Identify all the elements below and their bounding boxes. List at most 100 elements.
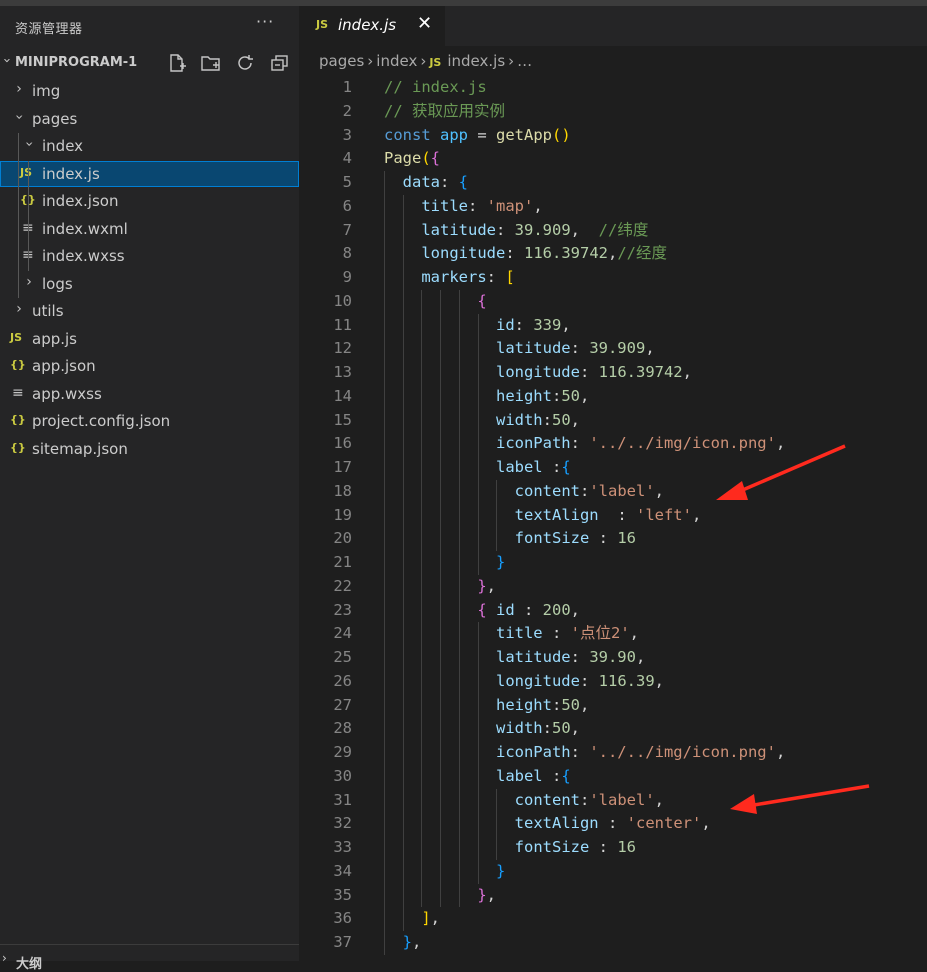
project-header[interactable]: › MINIPROGRAM-1 xyxy=(0,52,299,74)
tree-item-label: index xyxy=(42,137,84,155)
tree-file-index-json[interactable]: {}index.json xyxy=(0,188,299,214)
code-token: '../../img/icon.png' xyxy=(589,743,776,761)
code-line[interactable]: 17 label :{ xyxy=(299,456,927,480)
code-line[interactable]: 21 } xyxy=(299,551,927,575)
line-number: 7 xyxy=(342,220,352,239)
code-line[interactable]: 15 width:50, xyxy=(299,409,927,433)
code-line[interactable]: 30 label :{ xyxy=(299,765,927,789)
code-token: width xyxy=(495,719,543,738)
code-line[interactable]: 20 fontSize : 16 xyxy=(299,527,927,551)
code-line[interactable]: 19 textAlign : 'left', xyxy=(299,504,927,528)
breadcrumb-item-symbol[interactable]: … xyxy=(517,52,532,70)
refresh-icon[interactable] xyxy=(234,52,256,74)
code-line[interactable]: 29 iconPath: '../../img/icon.png', xyxy=(299,741,927,765)
code-token: title xyxy=(495,624,543,643)
code-line[interactable]: 26 longitude: 116.39, xyxy=(299,670,927,694)
code-line[interactable]: 7 latitude: 39.909, //纬度 xyxy=(299,219,927,243)
code-line[interactable]: 8 longitude: 116.39742,//经度 xyxy=(299,242,927,266)
tree-folder-img[interactable]: › img xyxy=(0,78,299,104)
chevron-down-icon[interactable]: › xyxy=(11,110,27,124)
code-token: , xyxy=(608,244,618,263)
code-line[interactable]: 33 fontSize : 16 xyxy=(299,836,927,860)
line-number: 1 xyxy=(342,78,352,96)
chevron-down-icon[interactable]: › xyxy=(21,137,37,151)
text-file-icon: ≡ xyxy=(12,384,24,401)
code-line[interactable]: 36 ], xyxy=(299,907,927,931)
code-line[interactable]: 1 // index.js xyxy=(299,76,927,100)
code-text: width:50, xyxy=(384,717,580,741)
chevron-right-icon[interactable]: › xyxy=(12,301,26,317)
new-folder-icon[interactable] xyxy=(200,52,222,74)
code-line[interactable]: 35 }, xyxy=(299,884,927,908)
tree-folder-pages[interactable]: › pages xyxy=(0,106,299,132)
close-icon[interactable]: ✕ xyxy=(417,13,432,34)
line-number: 33 xyxy=(333,838,352,856)
line-number: 37 xyxy=(333,933,352,951)
code-line[interactable]: 10 { xyxy=(299,290,927,314)
code-line[interactable]: 31 content:'label', xyxy=(299,789,927,813)
tree-folder-index[interactable]: › index xyxy=(0,133,299,159)
code-line[interactable]: 6 title: 'map', xyxy=(299,195,927,219)
tree-file-index-js[interactable]: JS index.js xyxy=(0,160,299,187)
tree-file-project-config-json[interactable]: {} project.config.json xyxy=(0,408,299,434)
code-line[interactable]: 24 title : '点位2', xyxy=(299,622,927,646)
code-line[interactable]: 3 const app = getApp() xyxy=(299,124,927,148)
breadcrumb-item-pages[interactable]: pages xyxy=(319,52,364,70)
code-token: //纬度 xyxy=(598,220,649,239)
code-line[interactable]: 12 latitude: 39.909, xyxy=(299,337,927,361)
line-number: 20 xyxy=(333,529,352,548)
code-token: title xyxy=(421,196,468,215)
code-line[interactable]: 14 height:50, xyxy=(299,385,927,409)
code-line[interactable]: 22 }, xyxy=(299,575,927,599)
code-line[interactable]: 11 id: 339, xyxy=(299,314,927,338)
chevron-down-icon[interactable]: › xyxy=(0,58,14,63)
tab-index-js[interactable]: JS index.js ✕ xyxy=(299,6,445,46)
code-token: : xyxy=(542,410,552,429)
new-file-icon[interactable] xyxy=(166,52,188,74)
code-line[interactable]: 23 { id : 200, xyxy=(299,599,927,623)
tree-item-label: img xyxy=(32,82,61,100)
code-line[interactable]: 5 data: { xyxy=(299,171,927,195)
tree-file-index-wxml[interactable]: ≡index.wxml xyxy=(0,216,299,242)
code-line[interactable]: 13 longitude: 116.39742, xyxy=(299,361,927,385)
collapse-all-icon[interactable] xyxy=(269,52,291,74)
line-number: 18 xyxy=(333,481,352,500)
code-line[interactable]: 34 } xyxy=(299,860,927,884)
code-line[interactable]: 2 // 获取应用实例 xyxy=(299,100,927,124)
code-token: // index.js xyxy=(384,78,487,96)
more-actions-icon[interactable]: ··· xyxy=(256,12,274,31)
code-editor[interactable]: 1 // index.js 2 // 获取应用实例 3 const app = getAp… xyxy=(299,76,927,961)
tree-file-app-wxss[interactable]: ≡ app.wxss xyxy=(0,381,299,407)
tree-folder-utils[interactable]: › utils xyxy=(0,298,299,324)
tree-file-index-wxss[interactable]: ≡index.wxss xyxy=(0,243,299,269)
code-token: iconPath xyxy=(495,743,571,761)
tree-folder-logs[interactable]: › logs xyxy=(0,271,299,297)
outline-label: 大纲 xyxy=(16,957,43,972)
tree-item-label: utils xyxy=(32,302,64,320)
code-token: : xyxy=(579,363,599,381)
tree-file-app-json[interactable]: {} app.json xyxy=(0,353,299,379)
outline-section-header[interactable]: › 大纲 xyxy=(0,944,299,972)
code-line[interactable]: 18 content:'label', xyxy=(299,480,927,504)
chevron-right-icon[interactable]: › xyxy=(12,81,26,97)
code-line[interactable]: 9 markers: [ xyxy=(299,266,927,290)
code-token: , xyxy=(570,410,581,429)
code-line[interactable]: 28 width:50, xyxy=(299,717,927,741)
chevron-right-icon[interactable]: › xyxy=(22,274,36,290)
code-line[interactable]: 25 latitude: 39.90, xyxy=(299,646,927,670)
tree-file-app-js[interactable]: JS app.js xyxy=(0,326,299,352)
tree-file-sitemap-json[interactable]: {} sitemap.json xyxy=(0,436,299,462)
code-line[interactable]: 32 textAlign : 'center', xyxy=(299,812,927,836)
code-line[interactable]: 16 iconPath: '../../img/icon.png', xyxy=(299,432,927,456)
code-text: }, xyxy=(384,931,422,955)
code-line[interactable]: 37 }, xyxy=(299,931,927,955)
code-line[interactable]: 27 height:50, xyxy=(299,694,927,718)
code-token: , xyxy=(580,386,590,405)
breadcrumb-item-file[interactable]: index.js xyxy=(447,52,505,70)
breadcrumb-item-index[interactable]: index xyxy=(376,52,417,70)
code-token: , xyxy=(629,624,639,643)
chevron-right-icon[interactable]: › xyxy=(2,951,7,965)
code-token: 'label' xyxy=(589,790,655,809)
code-line[interactable]: 4 Page({ xyxy=(299,147,927,171)
code-token: { xyxy=(561,458,571,476)
